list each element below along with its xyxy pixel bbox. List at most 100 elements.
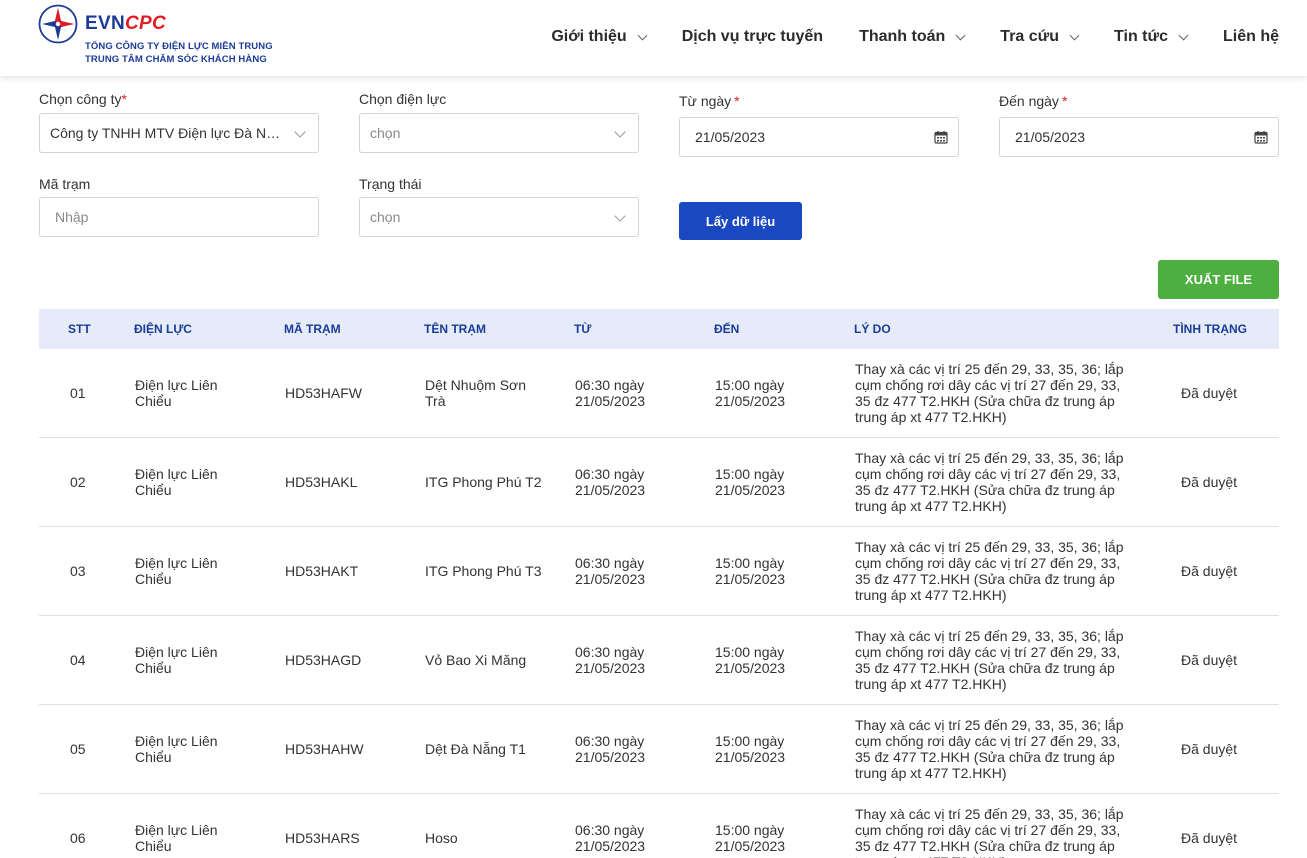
cell-den: 15:00 ngày 21/05/2023 [715,555,786,587]
nav-tra-cuu[interactable]: Tra cứu [1000,28,1080,46]
nav-tin-tuc[interactable]: Tin tức [1114,28,1189,46]
col-dien-luc: ĐIỆN LỰC [134,322,192,336]
cell-ma-tram: HD53HAKL [285,474,358,490]
cell-tinh-trang: Đã duyệt [1181,474,1238,490]
from-date-label-text: Từ ngày [679,93,732,109]
cell-dien-luc: Điện lực Liên Chiểu [135,555,218,587]
cell-den: 15:00 ngày 21/05/2023 [715,733,786,765]
station-label: Mã trạm [39,176,91,192]
cell-den: 15:00 ngày 21/05/2023 [715,822,786,854]
evncpc-logo[interactable]: EVNCPC TỔNG CÔNG TY ĐIỆN LỰC MIỀN TRUNG … [38,4,288,70]
cell-den: 15:00 ngày 21/05/2023 [715,644,786,676]
site-header: EVNCPC TỔNG CÔNG TY ĐIỆN LỰC MIỀN TRUNG … [0,0,1307,76]
to-date-input[interactable]: 21/05/2023 [999,117,1279,157]
cell-ly-do: Thay xà các vị trí 25 đến 29, 33, 35, 36… [855,361,1124,425]
status-select[interactable]: chọn [359,197,639,237]
col-ten-tram: TÊN TRẠM [424,322,486,336]
cell-tinh-trang: Đã duyệt [1181,830,1238,846]
nav-thanh-toan[interactable]: Thanh toán [859,28,966,46]
cell-ma-tram: HD53HAKT [285,563,359,579]
brand-name-evn: EVN [85,13,125,34]
brand-subtitle-line2: TRUNG TÂM CHĂM SÓC KHÁCH HÀNG [85,54,267,65]
cell-ten-tram: Dệt Nhuộm Sơn Trà [425,377,527,409]
evn-star-logo-icon [38,4,78,44]
chevron-down-icon [637,30,648,40]
cell-ly-do: Thay xà các vị trí 25 đến 29, 33, 35, 36… [855,806,1124,858]
cell-dien-luc: Điện lực Liên Chiểu [135,644,218,676]
nav-lien-he[interactable]: Liên hệ [1223,28,1279,46]
col-stt: STT [68,322,91,336]
cell-ten-tram: ITG Phong Phú T3 [425,563,542,579]
company-label: Chọn công ty* [39,91,127,107]
required-mark: * [121,91,127,107]
col-ly-do: LÝ DO [854,322,891,336]
calendar-icon[interactable] [934,130,948,144]
main-nav: Giới thiệu Dịch vụ trực tuyến Thanh toán… [551,26,1279,48]
cell-tu: 06:30 ngày 21/05/2023 [575,644,646,676]
status-select-placeholder: chọn [370,209,401,225]
cell-stt: 01 [70,385,86,401]
nav-label: Tra cứu [1000,28,1060,45]
cell-ma-tram: HD53HAHW [285,741,364,757]
cell-stt: 05 [70,741,86,757]
cell-tinh-trang: Đã duyệt [1181,385,1238,401]
cell-dien-luc: Điện lực Liên Chiểu [135,822,218,854]
export-file-button[interactable]: XUẤT FILE [1158,260,1279,299]
cell-ly-do: Thay xà các vị trí 25 đến 29, 33, 35, 36… [855,628,1124,692]
from-date-value: 21/05/2023 [695,129,766,145]
cell-den: 15:00 ngày 21/05/2023 [715,377,786,409]
cell-tinh-trang: Đã duyệt [1181,741,1238,757]
cell-stt: 04 [70,652,86,668]
cell-ma-tram: HD53HARS [285,830,360,846]
from-date-label: Từ ngày * [679,93,740,109]
cell-ten-tram: Vỏ Bao Xi Măng [425,652,527,668]
cell-ly-do: Thay xà các vị trí 25 đến 29, 33, 35, 36… [855,717,1124,781]
cell-tu: 06:30 ngày 21/05/2023 [575,555,646,587]
brand-name-cpc: CPC [124,13,166,34]
nav-label: Thanh toán [859,28,946,45]
company-select[interactable]: Công ty TNHH MTV Điện lực Đà Nẵng [39,113,319,153]
cell-ten-tram: Hoso [425,830,458,846]
cell-tu: 06:30 ngày 21/05/2023 [575,377,646,409]
table-header: STT ĐIỆN LỰC MÃ TRẠM TÊN TRẠM TỪ ĐẾN LÝ … [39,309,1279,349]
power-select-placeholder: chọn [370,125,401,141]
table-row: 06 Điện lực Liên Chiểu HD53HARS Hoso 06:… [39,794,1279,858]
cell-ly-do: Thay xà các vị trí 25 đến 29, 33, 35, 36… [855,450,1124,514]
chevron-down-icon [1178,30,1189,40]
chevron-down-icon [1069,30,1080,40]
brand-subtitle-line1: TỔNG CÔNG TY ĐIỆN LỰC MIỀN TRUNG [85,41,273,52]
get-data-button[interactable]: Lấy dữ liệu [679,202,802,240]
brand-name: EVNCPC [85,13,166,35]
power-select[interactable]: chọn [359,113,639,153]
chevron-down-icon [614,126,626,138]
to-date-value: 21/05/2023 [1015,129,1086,145]
cell-stt: 02 [70,474,86,490]
chevron-down-icon [955,30,966,40]
nav-label: Dịch vụ trực tuyến [681,28,824,45]
col-tu: TỪ [574,322,592,336]
cell-den: 15:00 ngày 21/05/2023 [715,466,786,498]
cell-dien-luc: Điện lực Liên Chiểu [135,466,218,498]
nav-gioi-thieu[interactable]: Giới thiệu [551,28,648,46]
cell-tu: 06:30 ngày 21/05/2023 [575,733,646,765]
chevron-down-icon [614,210,626,222]
cell-tinh-trang: Đã duyệt [1181,563,1238,579]
from-date-input[interactable]: 21/05/2023 [679,117,959,157]
required-mark: * [734,93,740,109]
table-row: 01 Điện lực Liên Chiểu HD53HAFW Dệt Nhuộ… [39,349,1279,438]
to-date-label-text: Đến ngày [999,93,1059,109]
table-row: 04 Điện lực Liên Chiểu HD53HAGD Vỏ Bao X… [39,616,1279,705]
nav-label: Liên hệ [1222,28,1279,45]
outage-schedule-table: STT ĐIỆN LỰC MÃ TRẠM TÊN TRẠM TỪ ĐẾN LÝ … [39,309,1279,858]
cell-stt: 06 [70,830,86,846]
col-ma-tram: MÃ TRẠM [284,322,341,336]
chevron-down-icon [294,126,306,138]
calendar-icon[interactable] [1254,130,1268,144]
table-row: 03 Điện lực Liên Chiểu HD53HAKT ITG Phon… [39,527,1279,616]
nav-label: Giới thiệu [551,28,627,45]
station-code-input[interactable] [39,197,319,237]
col-tinh-trang: TÌNH TRẠNG [1173,322,1247,336]
nav-dich-vu-truc-tuyen[interactable]: Dịch vụ trực tuyến [682,28,823,46]
cell-ly-do: Thay xà các vị trí 25 đến 29, 33, 35, 36… [855,539,1124,603]
cell-ma-tram: HD53HAFW [285,385,363,401]
